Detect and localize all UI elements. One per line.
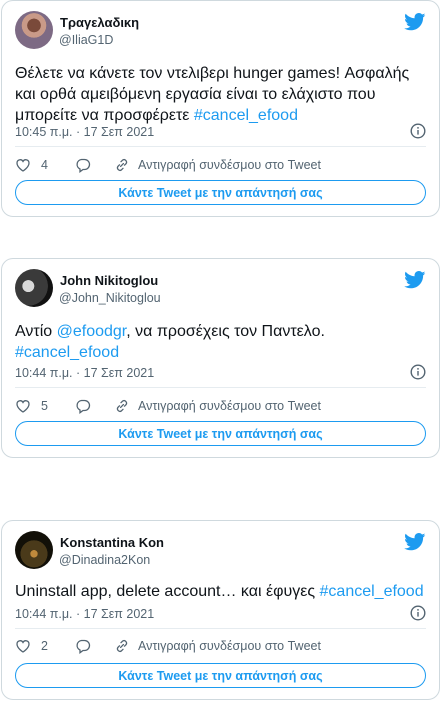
tweet-text-content: Αντίο (15, 323, 57, 340)
copy-link-label[interactable]: Αντιγραφή συνδέσμου στο Tweet (138, 158, 321, 172)
tweet-timestamp[interactable]: 10:45 π.μ. · 17 Σεπ 2021 (15, 125, 154, 139)
twitter-bird-icon[interactable] (404, 13, 426, 31)
tweet-card[interactable]: Τραγελαδικη @IliaG1D Θέλετε να κάνετε το… (1, 0, 440, 217)
copy-link-label[interactable]: Αντιγραφή συνδέσμου στο Tweet (138, 639, 321, 653)
tweet-card[interactable]: Konstantina Kon @Dinadina2Kon Uninstall … (1, 520, 440, 700)
user-handle[interactable]: @Dinadina2Kon (59, 553, 150, 567)
tweet-text-content: , να προσέχεις τον Παντελο. (126, 323, 325, 340)
reply-icon[interactable] (75, 638, 91, 654)
hashtag-link[interactable]: #cancel_efood (15, 344, 119, 361)
divider (15, 146, 426, 147)
reply-button[interactable]: Κάντε Tweet με την απάντησή σας (15, 663, 426, 688)
mention-link[interactable]: @efoodgr (57, 323, 127, 340)
link-icon[interactable] (114, 157, 130, 173)
link-icon[interactable] (114, 638, 130, 654)
reply-button[interactable]: Κάντε Tweet με την απάντησή σας (15, 180, 426, 205)
display-name[interactable]: Τραγελαδικη (60, 15, 139, 30)
tweet-text: Uninstall app, delete account… και έφυγε… (15, 581, 430, 602)
tweet-text-content: Uninstall app, delete account… και έφυγε… (15, 583, 320, 600)
avatar[interactable] (15, 531, 53, 569)
tweet-text: Αντίο @efoodgr, να προσέχεις τον Παντελο… (15, 321, 430, 363)
like-count[interactable]: 2 (41, 639, 61, 653)
display-name[interactable]: John Nikitoglou (60, 273, 158, 288)
tweet-actions: 4 Αντιγραφή συνδέσμου στο Tweet (15, 155, 321, 175)
info-icon[interactable] (410, 364, 426, 380)
user-handle[interactable]: @IliaG1D (59, 33, 113, 47)
twitter-bird-icon[interactable] (404, 271, 426, 289)
tweet-timestamp[interactable]: 10:44 π.μ. · 17 Σεπ 2021 (15, 607, 154, 621)
divider (15, 387, 426, 388)
hashtag-link[interactable]: #cancel_efood (320, 583, 424, 600)
divider (15, 628, 426, 629)
user-handle[interactable]: @John_Nikitoglou (59, 291, 161, 305)
link-icon[interactable] (114, 398, 130, 414)
heart-icon[interactable] (15, 638, 31, 654)
copy-link-label[interactable]: Αντιγραφή συνδέσμου στο Tweet (138, 399, 321, 413)
reply-icon[interactable] (75, 157, 91, 173)
tweet-timestamp[interactable]: 10:44 π.μ. · 17 Σεπ 2021 (15, 366, 154, 380)
heart-icon[interactable] (15, 157, 31, 173)
twitter-bird-icon[interactable] (404, 533, 426, 551)
avatar[interactable] (15, 11, 53, 49)
like-count[interactable]: 5 (41, 399, 61, 413)
hashtag-link[interactable]: #cancel_efood (194, 107, 298, 124)
info-icon[interactable] (410, 605, 426, 621)
heart-icon[interactable] (15, 398, 31, 414)
reply-icon[interactable] (75, 398, 91, 414)
like-count[interactable]: 4 (41, 158, 61, 172)
tweet-actions: 2 Αντιγραφή συνδέσμου στο Tweet (15, 636, 321, 656)
reply-button[interactable]: Κάντε Tweet με την απάντησή σας (15, 421, 426, 446)
display-name[interactable]: Konstantina Kon (60, 535, 164, 550)
info-icon[interactable] (410, 123, 426, 139)
tweet-actions: 5 Αντιγραφή συνδέσμου στο Tweet (15, 396, 321, 416)
tweet-card[interactable]: John Nikitoglou @John_Nikitoglou Αντίο @… (1, 258, 440, 458)
tweet-text: Θέλετε να κάνετε τον ντελιβερι hunger ga… (15, 63, 430, 126)
avatar[interactable] (15, 269, 53, 307)
